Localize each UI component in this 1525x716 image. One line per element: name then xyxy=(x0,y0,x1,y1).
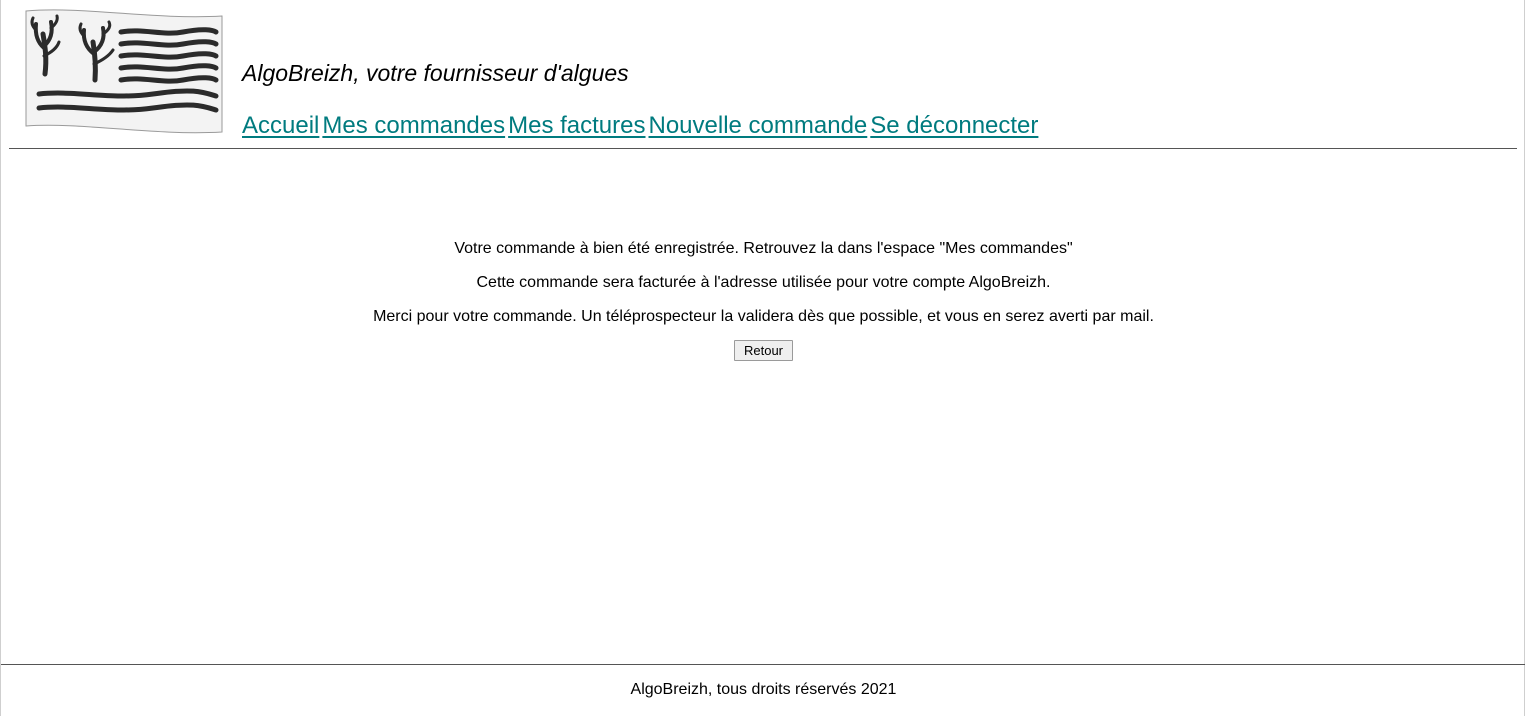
copyright-text: AlgoBreizh, tous droits réservés 2021 xyxy=(630,681,897,698)
nav-link-mes-commandes[interactable]: Mes commandes xyxy=(322,112,505,139)
nav-link-se-deconnecter[interactable]: Se déconnecter xyxy=(870,112,1038,139)
nav-link-accueil[interactable]: Accueil xyxy=(242,112,319,139)
order-confirmation: Votre commande à bien été enregistrée. R… xyxy=(1,240,1525,361)
header-divider xyxy=(9,148,1517,149)
nav-link-nouvelle-commande[interactable]: Nouvelle commande xyxy=(649,112,868,139)
billing-message: Cette commande sera facturée à l'adresse… xyxy=(476,274,1051,291)
site-header: AlgoBreizh, votre fournisseur d'algues A… xyxy=(1,0,1525,150)
site-footer: AlgoBreizh, tous droits réservés 2021 xyxy=(1,681,1525,699)
main-nav: Accueil Mes commandes Mes factures Nouvelle… xyxy=(242,112,1041,140)
back-button[interactable]: Retour xyxy=(733,340,794,361)
seaweed-flag-logo xyxy=(25,9,223,134)
site-title: AlgoBreizh, votre fournisseur d'algues xyxy=(242,60,629,86)
nav-link-mes-factures[interactable]: Mes factures xyxy=(508,112,645,139)
thanks-message: Merci pour votre commande. Un téléprospe… xyxy=(373,308,1154,325)
footer-divider xyxy=(1,664,1525,665)
confirmation-message: Votre commande à bien été enregistrée. R… xyxy=(454,240,1073,257)
